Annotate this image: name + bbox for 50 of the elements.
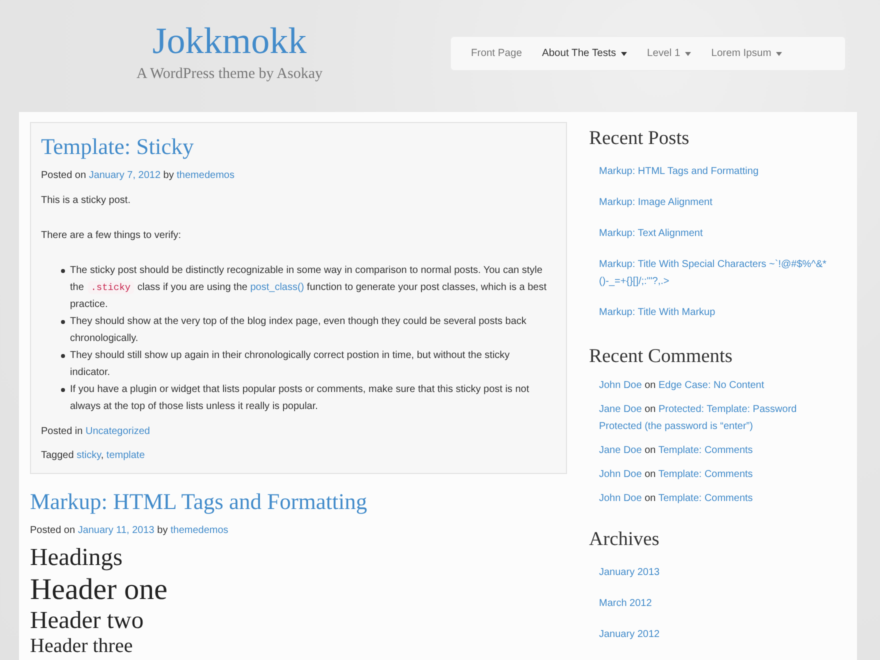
post-meta: Posted on January 7, 2012 by themedemos: [41, 169, 234, 183]
post-footer-line: Tagged sticky, template: [41, 449, 145, 463]
comment-entry[interactable]: Jane Doe on Template: Comments: [599, 442, 753, 459]
comment-entry[interactable]: Jane Doe on Protected: Template: Password Protected (the password is “enter”): [599, 401, 831, 435]
inline-link[interactable]: Uncategorized: [85, 426, 150, 437]
bullet-icon: [61, 388, 65, 392]
list-item-text: They should still show up again in their chronologically correct postion in time, but without the sticky indicator.: [70, 349, 511, 380]
site-tagline: A WordPress theme by Asokay: [136, 65, 322, 83]
sidebar-link[interactable]: January 2013: [599, 564, 660, 580]
heading-text: Header one: [30, 573, 168, 607]
heading-text: Headings: [30, 544, 123, 572]
sidebar-link[interactable]: Markup: HTML Tags and Formatting: [599, 162, 759, 180]
list-item-text: The sticky post should be distinctly recognizable in some way in comparison to normal posts. You can style the .sticky class if you are using the post_class() function to generate your post classes, which is a best practice.: [70, 264, 548, 312]
sidebar-link[interactable]: Markup: Image Alignment: [599, 194, 712, 210]
sidebar-link[interactable]: March 2012: [599, 594, 652, 612]
bullet-icon: [61, 354, 65, 358]
comment-entry[interactable]: John Doe on Template: Comments: [599, 466, 753, 483]
list-item-text: They should show at the very top of the blog index page, even though they could be several posts back chronologically.: [70, 315, 528, 346]
inline-link[interactable]: themedemos: [170, 525, 228, 536]
widget-title: Archives: [589, 528, 660, 552]
nav-link[interactable]: Level 1: [637, 37, 702, 70]
widget-title: Recent Comments: [589, 345, 733, 369]
inline-link[interactable]: post_class(): [250, 282, 304, 293]
post-title[interactable]: Markup: HTML Tags and Formatting: [30, 488, 368, 516]
nav-link[interactable]: Lorem Ipsum: [701, 37, 792, 70]
paragraph: This is a sticky post.: [41, 194, 130, 208]
comment-entry[interactable]: John Doe on Template: Comments: [599, 490, 753, 507]
inline-link[interactable]: sticky: [76, 450, 101, 461]
list-item-text: If you have a plugin or widget that lists popular posts or comments, make sure that this sticky post is not always at the top of those lists unless it really is popular.: [70, 383, 530, 414]
site-title[interactable]: Jokkmokk: [152, 20, 307, 64]
inline-link[interactable]: themedemos: [176, 170, 234, 181]
sidebar-link[interactable]: January 2012: [599, 626, 660, 642]
bullet-icon: [61, 320, 65, 324]
heading-text: Header three: [30, 635, 133, 657]
widget-title: Recent Posts: [589, 127, 690, 151]
sidebar-link[interactable]: Markup: Title With Markup: [599, 304, 716, 320]
bullet-icon: [61, 269, 65, 273]
post-title[interactable]: Template: Sticky: [41, 133, 194, 161]
nav-link[interactable]: About The Tests: [532, 37, 637, 70]
post-meta: Posted on January 11, 2013 by themedemos: [30, 524, 228, 538]
comment-entry[interactable]: John Doe on Edge Case: No Content: [599, 377, 764, 394]
inline-link[interactable]: January 7, 2012: [88, 170, 161, 181]
paragraph: There are a few things to verify:: [41, 229, 182, 243]
nav-link[interactable]: Front Page: [461, 37, 532, 70]
inline-link[interactable]: template: [106, 450, 145, 461]
inline-link[interactable]: January 11, 2013: [78, 525, 154, 536]
sidebar-link[interactable]: Markup: Title With Special Characters ~`!@#$%^&*()-_=+{}[]/;:'"?,.>: [599, 256, 831, 290]
heading-text: Header two: [30, 607, 144, 635]
sidebar-link[interactable]: Markup: Text Alignment: [599, 224, 703, 242]
post-footer-line: Posted in Uncategorized: [41, 425, 150, 439]
